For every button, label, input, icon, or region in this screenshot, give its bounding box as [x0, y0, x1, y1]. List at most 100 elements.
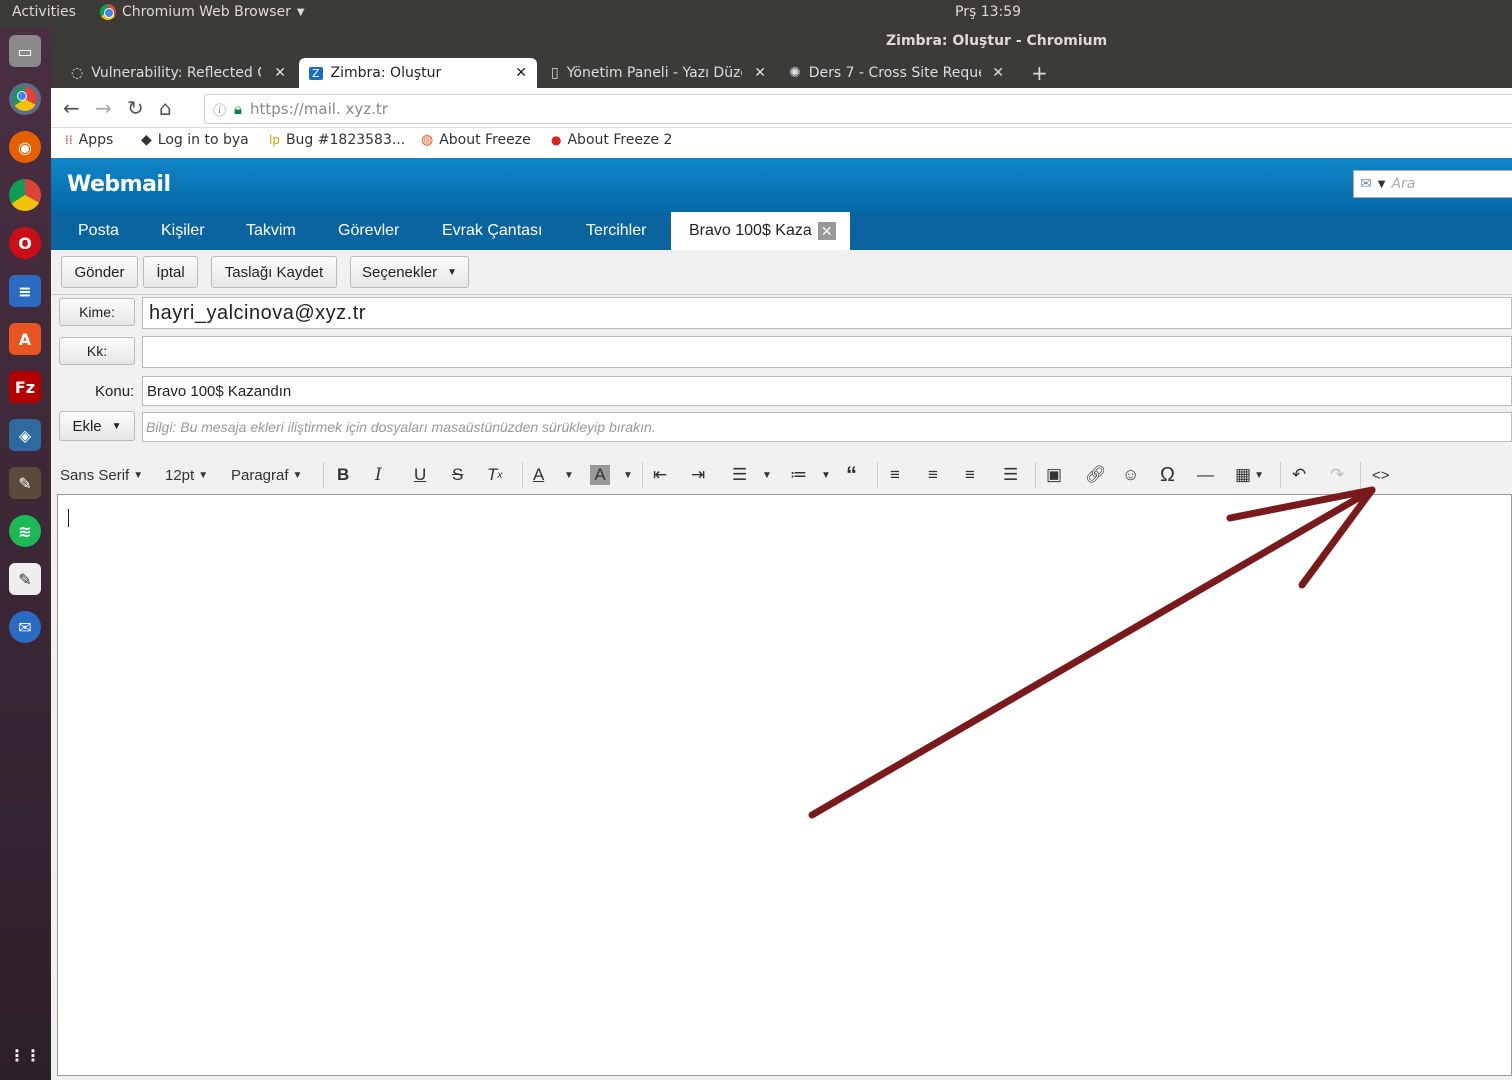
justify-icon[interactable]: ☰: [1003, 456, 1018, 494]
back-icon[interactable]: ←: [63, 96, 80, 120]
background-color-icon[interactable]: A: [590, 465, 610, 485]
undo-icon[interactable]: ↶: [1292, 456, 1306, 494]
send-button[interactable]: Gönder: [61, 256, 138, 288]
chevron-down-icon[interactable]: ▼: [1378, 179, 1386, 190]
reload-icon[interactable]: ↻: [127, 96, 144, 120]
tab-takvim[interactable]: Takvim: [246, 212, 296, 250]
divider: [1035, 462, 1036, 488]
save-draft-button[interactable]: Taslağı Kaydet: [211, 256, 337, 288]
source-code-icon[interactable]: <>: [1372, 456, 1390, 494]
text-caret: [68, 509, 69, 527]
writer-icon[interactable]: ≡: [9, 275, 41, 307]
tab-ders7[interactable]: ✺ Ders 7 - Cross Site Reques ✕: [779, 58, 1014, 88]
font-size-select[interactable]: 12pt ▼: [165, 456, 208, 494]
image-icon[interactable]: ▣: [1046, 456, 1062, 494]
opera-icon[interactable]: O: [9, 227, 41, 259]
address-bar[interactable]: ⓘ 🔒︎ https://mail. xyz.tr: [204, 94, 1512, 124]
webmail-logo[interactable]: Webmail: [67, 172, 171, 197]
divider: [323, 462, 324, 488]
tab-vulnerability[interactable]: ◌ Vulnerability: Reflected C ✕: [61, 58, 296, 88]
url-text: https://mail. xyz.tr: [250, 100, 388, 118]
indent-icon[interactable]: ⇥: [691, 456, 705, 494]
zimbra-app-tabs: Posta Kişiler Takvim Görevler Evrak Çant…: [51, 212, 1512, 250]
virtualbox-icon[interactable]: ◈: [9, 419, 41, 451]
align-left-icon[interactable]: ≡: [890, 456, 900, 494]
bookmark-about-freeze-2[interactable]: ● About Freeze 2: [551, 132, 672, 148]
close-icon[interactable]: ✕: [992, 65, 1004, 81]
compose-view: Gönder İptal Taslağı Kaydet Seçenekler ▼ …: [51, 250, 1512, 1080]
attachment-drop-hint[interactable]: Bilgi: Bu mesaja ekleri iliştirmek için …: [142, 412, 1512, 442]
horizontal-rule-icon[interactable]: —: [1197, 456, 1214, 494]
close-icon[interactable]: ✕: [817, 221, 836, 240]
table-icon[interactable]: ▦ ▼: [1235, 456, 1264, 494]
firefox-icon[interactable]: ◉: [9, 131, 41, 163]
emoticon-icon[interactable]: ☺: [1122, 456, 1139, 494]
search-box[interactable]: ✉ ▼ Ara: [1353, 170, 1512, 198]
font-family-select[interactable]: Sans Serif ▼: [60, 456, 143, 494]
attach-button[interactable]: Ekle ▼: [59, 411, 135, 441]
tab-gorevler[interactable]: Görevler: [338, 212, 399, 250]
chrome-icon[interactable]: [9, 179, 41, 211]
activities-button[interactable]: Activities: [12, 4, 76, 20]
tab-compose-active[interactable]: Bravo 100$ Kaza ✕: [671, 212, 850, 250]
message-body-editor[interactable]: [57, 494, 1512, 1076]
options-button[interactable]: Seçenekler ▼: [350, 256, 469, 288]
chevron-down-icon[interactable]: ▼: [564, 456, 574, 494]
clock[interactable]: Prş 13:59: [955, 4, 1021, 20]
tab-evrak-cantasi[interactable]: Evrak Çantası: [442, 212, 542, 250]
bold-icon[interactable]: B: [337, 456, 349, 494]
blockquote-icon[interactable]: “: [846, 456, 857, 494]
to-field[interactable]: hayri_yalcinova@xyz.tr: [142, 297, 1512, 329]
bullet-list-icon[interactable]: ☰: [732, 456, 747, 494]
paragraph-format-select[interactable]: Paragraf ▼: [231, 456, 302, 494]
ubuntu-icon: ◍: [421, 132, 434, 148]
to-button[interactable]: Kime:: [59, 298, 135, 326]
cc-field[interactable]: [142, 336, 1512, 368]
clear-formatting-icon[interactable]: Tx: [487, 456, 502, 494]
tab-posta[interactable]: Posta: [78, 212, 119, 250]
italic-icon[interactable]: I: [375, 456, 382, 494]
bookmark-about-freeze[interactable]: ◍ About Freeze: [421, 132, 531, 148]
underline-icon[interactable]: U: [414, 456, 426, 494]
chevron-down-icon[interactable]: ▼: [821, 456, 831, 494]
tab-kisiler[interactable]: Kişiler: [161, 212, 205, 250]
gimp-icon[interactable]: ✎: [9, 467, 41, 499]
software-center-icon[interactable]: A: [9, 323, 41, 355]
tab-yonetim[interactable]: ▯ Yönetim Paneli - Yazı Düze ✕: [541, 58, 776, 88]
info-icon[interactable]: ⓘ: [213, 100, 226, 119]
tab-tercihler[interactable]: Tercihler: [586, 212, 646, 250]
close-icon[interactable]: ✕: [754, 65, 766, 81]
numbered-list-icon[interactable]: ≔: [790, 456, 807, 494]
redo-icon[interactable]: ↷: [1330, 456, 1344, 494]
close-icon[interactable]: ✕: [515, 65, 527, 81]
bookmark-apps[interactable]: ⁞⁞ Apps: [65, 132, 113, 148]
filezilla-icon[interactable]: Fz: [9, 371, 41, 403]
outdent-icon[interactable]: ⇤: [653, 456, 667, 494]
editor-toolbar: Sans Serif ▼ 12pt ▼ Paragraf ▼ B I U S Tx A…: [57, 456, 1512, 494]
cancel-button[interactable]: İptal: [143, 256, 198, 288]
chevron-down-icon[interactable]: ▼: [762, 456, 772, 494]
bookmark-bug[interactable]: lp Bug #1823583...: [269, 132, 405, 148]
close-icon[interactable]: ✕: [274, 65, 286, 81]
strikethrough-icon[interactable]: S: [452, 456, 463, 494]
special-character-icon[interactable]: Ω: [1160, 456, 1175, 494]
spotify-icon[interactable]: ≋: [9, 515, 41, 547]
cc-button[interactable]: Kk:: [59, 337, 135, 365]
text-editor-icon[interactable]: ✎: [9, 563, 41, 595]
chevron-down-icon[interactable]: ▼: [623, 456, 633, 494]
show-apps-icon[interactable]: ⋮⋮: [9, 1039, 41, 1071]
align-center-icon[interactable]: ≡: [928, 456, 938, 494]
align-right-icon[interactable]: ≡: [965, 456, 975, 494]
text-color-icon[interactable]: A: [533, 456, 544, 494]
files-icon[interactable]: ▭: [9, 35, 41, 67]
tab-zimbra[interactable]: Z Zimbra: Oluştur ✕: [299, 58, 537, 88]
new-tab-button[interactable]: +: [1021, 58, 1058, 88]
app-menu[interactable]: Chromium Web Browser ▼: [100, 4, 305, 20]
chromium-dock-icon[interactable]: [9, 83, 41, 115]
forward-icon[interactable]: →: [95, 96, 112, 120]
thunderbird-icon[interactable]: ✉: [9, 611, 41, 643]
home-icon[interactable]: ⌂: [159, 96, 172, 120]
link-icon[interactable]: 🔗︎: [1085, 456, 1107, 494]
subject-field[interactable]: Bravo 100$ Kazandın: [142, 376, 1512, 406]
bookmark-bya[interactable]: ◆ Log in to bya: [141, 132, 249, 148]
